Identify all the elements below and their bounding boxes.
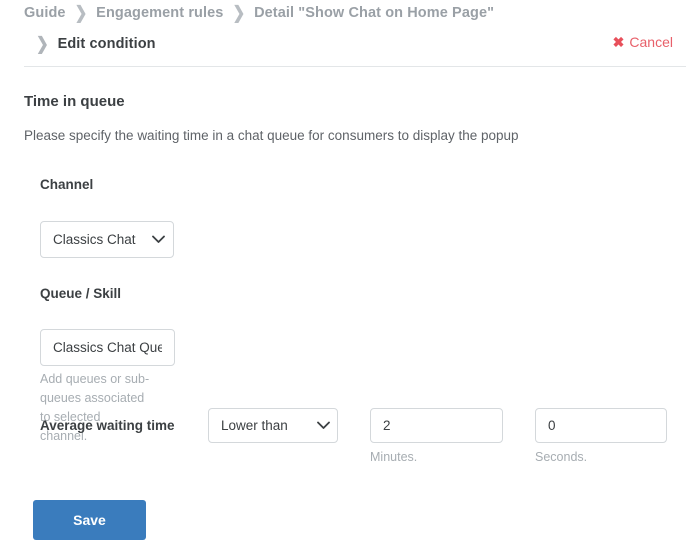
subheader: ❯ Edit condition	[36, 33, 674, 55]
section-description: Please specify the waiting time in a cha…	[24, 128, 519, 143]
breadcrumb-item-guide[interactable]: Guide	[24, 5, 66, 21]
page-title: Edit condition	[57, 36, 156, 52]
seconds-input[interactable]	[535, 408, 667, 443]
seconds-help-text: Seconds.	[535, 450, 588, 464]
chevron-right-icon: ❯	[74, 3, 88, 23]
breadcrumb: Guide ❯ Engagement rules ❯ Detail "Show …	[24, 3, 494, 23]
close-icon: ✖	[612, 34, 625, 50]
chevron-right-icon: ❯	[232, 3, 246, 23]
breadcrumb-item-engagement-rules[interactable]: Engagement rules	[96, 5, 223, 21]
channel-label: Channel	[40, 177, 94, 192]
cancel-button[interactable]: ✖ Cancel	[613, 34, 673, 50]
breadcrumb-item-detail[interactable]: Detail "Show Chat on Home Page"	[254, 5, 494, 21]
minutes-input[interactable]	[370, 408, 503, 443]
comparator-select[interactable]: Lower than	[208, 408, 338, 443]
channel-select[interactable]: Classics Chat	[40, 221, 174, 258]
header-divider	[24, 66, 686, 67]
cancel-button-label: Cancel	[629, 34, 673, 50]
queue-skill-input[interactable]	[40, 329, 175, 366]
section-title: Time in queue	[24, 93, 125, 110]
average-waiting-time-label: Average waiting time	[40, 418, 175, 433]
save-button[interactable]: Save	[33, 500, 146, 540]
minutes-help-text: Minutes.	[370, 450, 418, 464]
queue-skill-label: Queue / Skill	[40, 286, 122, 301]
chevron-right-icon: ❯	[36, 34, 49, 54]
